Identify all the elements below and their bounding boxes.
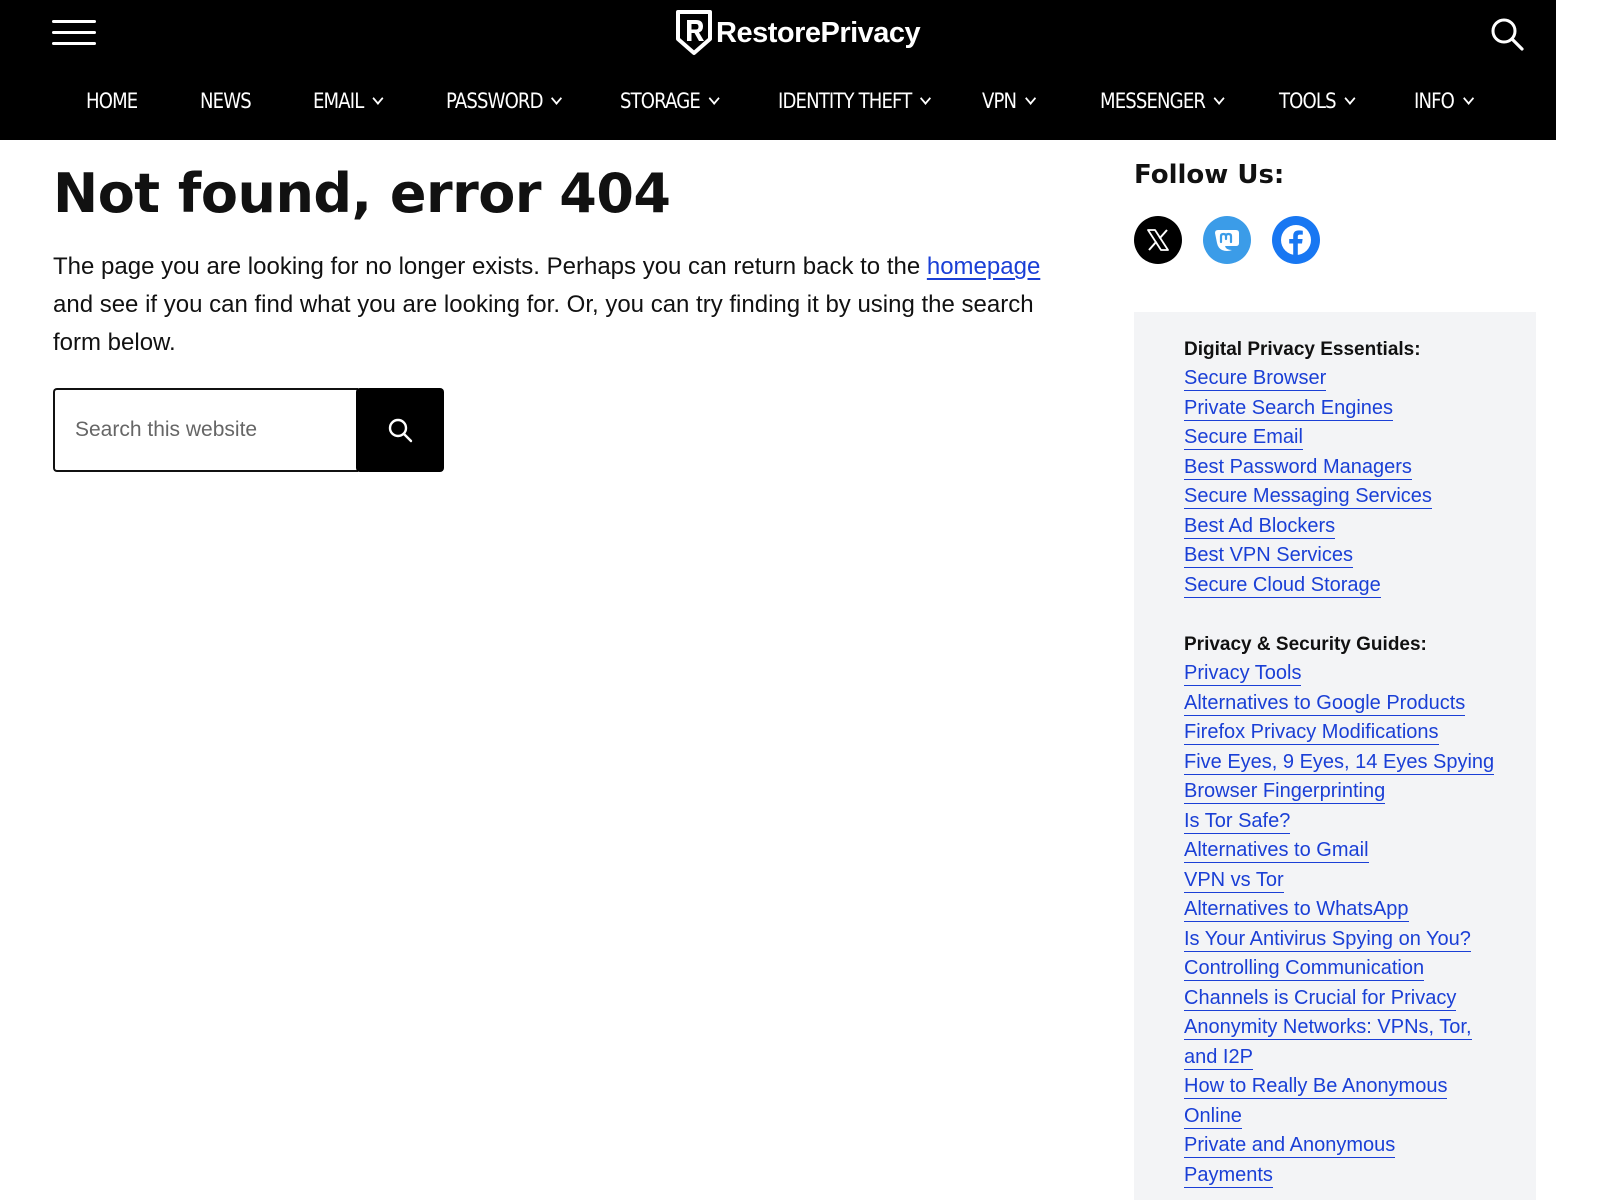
sidebar-link-really-anonymous-cont[interactable]: Online	[1184, 1103, 1494, 1133]
homepage-link[interactable]: homepage	[927, 253, 1040, 280]
sidebar-link-controlling-communication[interactable]: Controlling Communication	[1184, 955, 1494, 985]
x-social-link[interactable]	[1134, 216, 1182, 264]
sidebar-link-password-managers[interactable]: Best Password Managers	[1184, 454, 1432, 484]
nav-vpn[interactable]: VPN	[982, 76, 1036, 126]
sidebar-link-five-eyes[interactable]: Five Eyes, 9 Eyes, 14 Eyes Spying	[1184, 749, 1495, 779]
x-icon	[1147, 229, 1169, 251]
nav-home[interactable]: HOME	[86, 76, 138, 126]
search-icon	[388, 418, 413, 443]
follow-us-heading: Follow Us:	[1134, 160, 1285, 190]
chevron-down-icon	[708, 91, 720, 105]
sidebar-link-private-search-engines[interactable]: Private Search Engines	[1184, 395, 1432, 425]
sidebar-link-controlling-communication-cont[interactable]: Channels is Crucial for Privacy	[1184, 985, 1494, 1015]
sidebar-link-whatsapp-alternatives[interactable]: Alternatives to WhatsApp	[1184, 896, 1494, 926]
page-right-margin	[1556, 0, 1600, 1200]
privacy-essentials-list: Digital Privacy Essentials: Secure Brows…	[1184, 335, 1432, 601]
privacy-essentials-heading: Digital Privacy Essentials:	[1184, 339, 1421, 360]
privacy-guides-list: Privacy & Security Guides: Privacy Tools…	[1184, 630, 1495, 1192]
sidebar-link-really-anonymous[interactable]: How to Really Be Anonymous	[1184, 1073, 1494, 1103]
mastodon-social-link[interactable]	[1203, 216, 1251, 264]
nav-tools[interactable]: TOOLS	[1279, 76, 1356, 126]
sidebar-link-ad-blockers[interactable]: Best Ad Blockers	[1184, 513, 1432, 543]
chevron-down-icon	[1213, 91, 1225, 105]
hamburger-menu-icon[interactable]	[52, 20, 96, 46]
shield-logo-icon	[676, 10, 712, 55]
privacy-guides-heading: Privacy & Security Guides:	[1184, 634, 1427, 655]
sidebar-link-vpn-services[interactable]: Best VPN Services	[1184, 542, 1432, 572]
sidebar-link-anonymous-payments[interactable]: Private and Anonymous	[1184, 1132, 1494, 1162]
facebook-icon	[1281, 225, 1311, 256]
sidebar-link-vpn-vs-tor[interactable]: VPN vs Tor	[1184, 867, 1494, 897]
page-title: Not found, error 404	[53, 162, 671, 225]
mastodon-icon	[1215, 230, 1239, 251]
sidebar-link-anonymity-networks-cont[interactable]: and I2P	[1184, 1044, 1494, 1074]
sidebar-link-antivirus-spying[interactable]: Is Your Antivirus Spying on You?	[1184, 926, 1494, 956]
site-header: RestorePrivacy HOME NEWS EMAIL PASSWORD …	[0, 0, 1556, 140]
sidebar-link-firefox-privacy[interactable]: Firefox Privacy Modifications	[1184, 719, 1494, 749]
main-nav: HOME NEWS EMAIL PASSWORD STORAGE IDENTIT…	[0, 76, 1556, 126]
sidebar-link-anonymous-payments-cont[interactable]: Payments	[1184, 1162, 1494, 1192]
sidebar-link-anonymity-networks[interactable]: Anonymity Networks: VPNs, Tor,	[1184, 1014, 1494, 1044]
chevron-down-icon	[551, 91, 563, 105]
chevron-down-icon	[1462, 91, 1474, 105]
search-form	[53, 388, 444, 472]
sidebar-link-cloud-storage[interactable]: Secure Cloud Storage	[1184, 572, 1432, 602]
sidebar-link-gmail-alternatives[interactable]: Alternatives to Gmail	[1184, 837, 1494, 867]
chevron-down-icon	[372, 91, 384, 105]
sidebar-link-secure-browser[interactable]: Secure Browser	[1184, 365, 1432, 395]
nav-messenger[interactable]: MESSENGER	[1100, 76, 1225, 126]
search-input[interactable]	[53, 388, 358, 472]
nav-info[interactable]: INFO	[1414, 76, 1474, 126]
nav-identity-theft[interactable]: IDENTITY THEFT	[778, 76, 932, 126]
nav-storage[interactable]: STORAGE	[620, 76, 720, 126]
sidebar-link-google-alternatives[interactable]: Alternatives to Google Products	[1184, 690, 1494, 720]
sidebar-link-is-tor-safe[interactable]: Is Tor Safe?	[1184, 808, 1494, 838]
error-message: The page you are looking for no longer e…	[53, 253, 1041, 356]
site-logo[interactable]: RestorePrivacy	[674, 8, 921, 58]
sidebar-link-browser-fingerprinting[interactable]: Browser Fingerprinting	[1184, 778, 1494, 808]
chevron-down-icon	[920, 91, 932, 105]
facebook-social-link[interactable]	[1272, 216, 1320, 264]
sidebar-link-secure-email[interactable]: Secure Email	[1184, 424, 1432, 454]
nav-news[interactable]: NEWS	[200, 76, 252, 126]
chevron-down-icon	[1024, 91, 1036, 105]
search-submit-button[interactable]	[356, 388, 444, 472]
chevron-down-icon	[1344, 91, 1356, 105]
search-icon[interactable]	[1489, 16, 1525, 52]
logo-text: RestorePrivacy	[716, 16, 921, 49]
sidebar-link-privacy-tools[interactable]: Privacy Tools	[1184, 660, 1494, 690]
sidebar-link-secure-messaging[interactable]: Secure Messaging Services	[1184, 483, 1432, 513]
nav-email[interactable]: EMAIL	[313, 76, 384, 126]
nav-password[interactable]: PASSWORD	[446, 76, 563, 126]
